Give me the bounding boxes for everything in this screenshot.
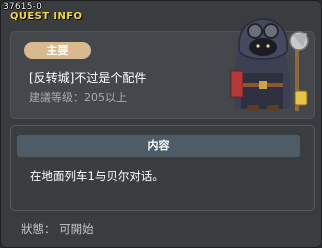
- npc-portrait-icon: [230, 18, 309, 111]
- quest-name: [反转城]不过是个配件: [29, 71, 147, 85]
- quest-info-window: 37615-0 QUEST INFO 主要 [反转城]不过是个配件 建議等级：2…: [0, 0, 322, 248]
- content-header: 内容: [17, 135, 300, 157]
- quest-status: 狀態： 可開始: [21, 222, 94, 236]
- quest-type-badge: 主要: [24, 42, 91, 59]
- window-title: QUEST INFO: [10, 11, 83, 22]
- quest-content-panel: 内容 在地面列车1与贝尔对话。: [10, 125, 315, 211]
- level-requirement: 建議等级：205以上: [29, 91, 127, 104]
- content-text: 在地面列车1与贝尔对话。: [30, 169, 164, 183]
